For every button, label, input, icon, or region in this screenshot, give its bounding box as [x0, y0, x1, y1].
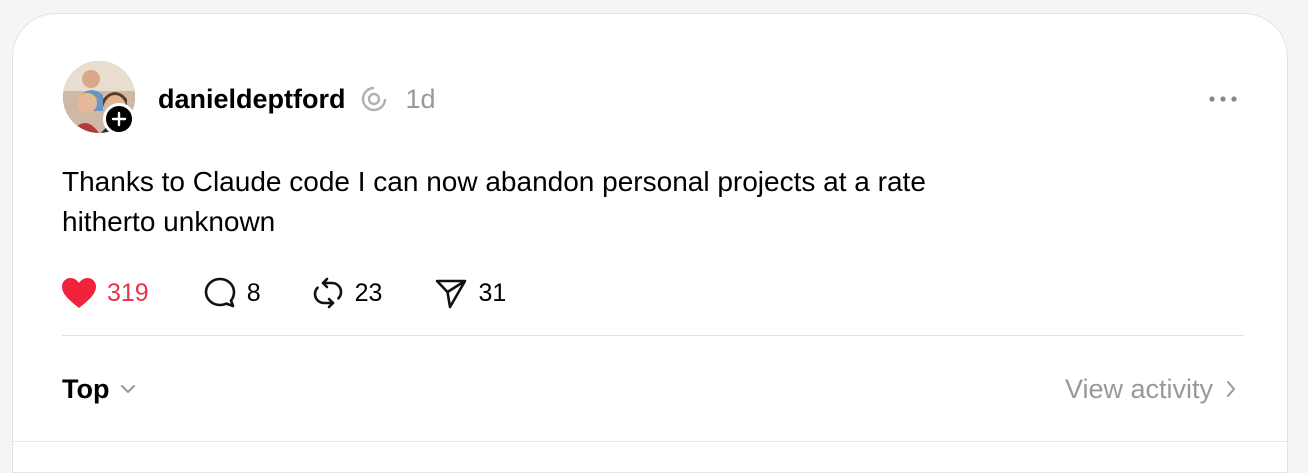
- repost-count: 23: [354, 278, 383, 307]
- share-count: 31: [478, 278, 507, 307]
- timestamp[interactable]: 1d: [406, 84, 436, 115]
- send-icon: [436, 279, 467, 309]
- action-bar: 319 8 23 31: [61, 276, 506, 310]
- sort-dropdown[interactable]: Top: [62, 372, 137, 406]
- repost-icon: [313, 277, 342, 309]
- heart-icon: [62, 278, 96, 308]
- like-button[interactable]: 319: [61, 277, 149, 309]
- reply-count: 8: [246, 278, 261, 307]
- threads-verified-icon: [361, 86, 386, 112]
- chevron-right-icon: [1227, 381, 1235, 397]
- comment-icon: [204, 277, 236, 308]
- post-header: danieldeptford 1d: [158, 82, 436, 116]
- chevron-down-icon: [121, 385, 136, 393]
- username[interactable]: danieldeptford: [158, 84, 346, 115]
- reply-button[interactable]: 8: [203, 276, 261, 310]
- post-body: Thanks to Claude code I can now abandon …: [62, 162, 1062, 242]
- like-count: 319: [107, 278, 149, 307]
- divider: [62, 335, 1244, 336]
- view-activity-label: View activity: [1064, 373, 1213, 404]
- follow-button[interactable]: [103, 103, 135, 135]
- divider: [13, 441, 1287, 442]
- post-text-line: hitherto unknown: [62, 206, 276, 237]
- repost-button[interactable]: 23: [311, 276, 383, 310]
- more-options-icon[interactable]: [1207, 92, 1239, 106]
- post-card: danieldeptford 1d Thanks to Claude code …: [12, 13, 1288, 473]
- sort-label: Top: [62, 373, 110, 404]
- share-button[interactable]: 31: [434, 276, 506, 310]
- view-activity-link[interactable]: View activity: [1065, 372, 1237, 406]
- plus-icon: [111, 111, 127, 127]
- post-text-line: Thanks to Claude code I can now abandon …: [62, 166, 926, 197]
